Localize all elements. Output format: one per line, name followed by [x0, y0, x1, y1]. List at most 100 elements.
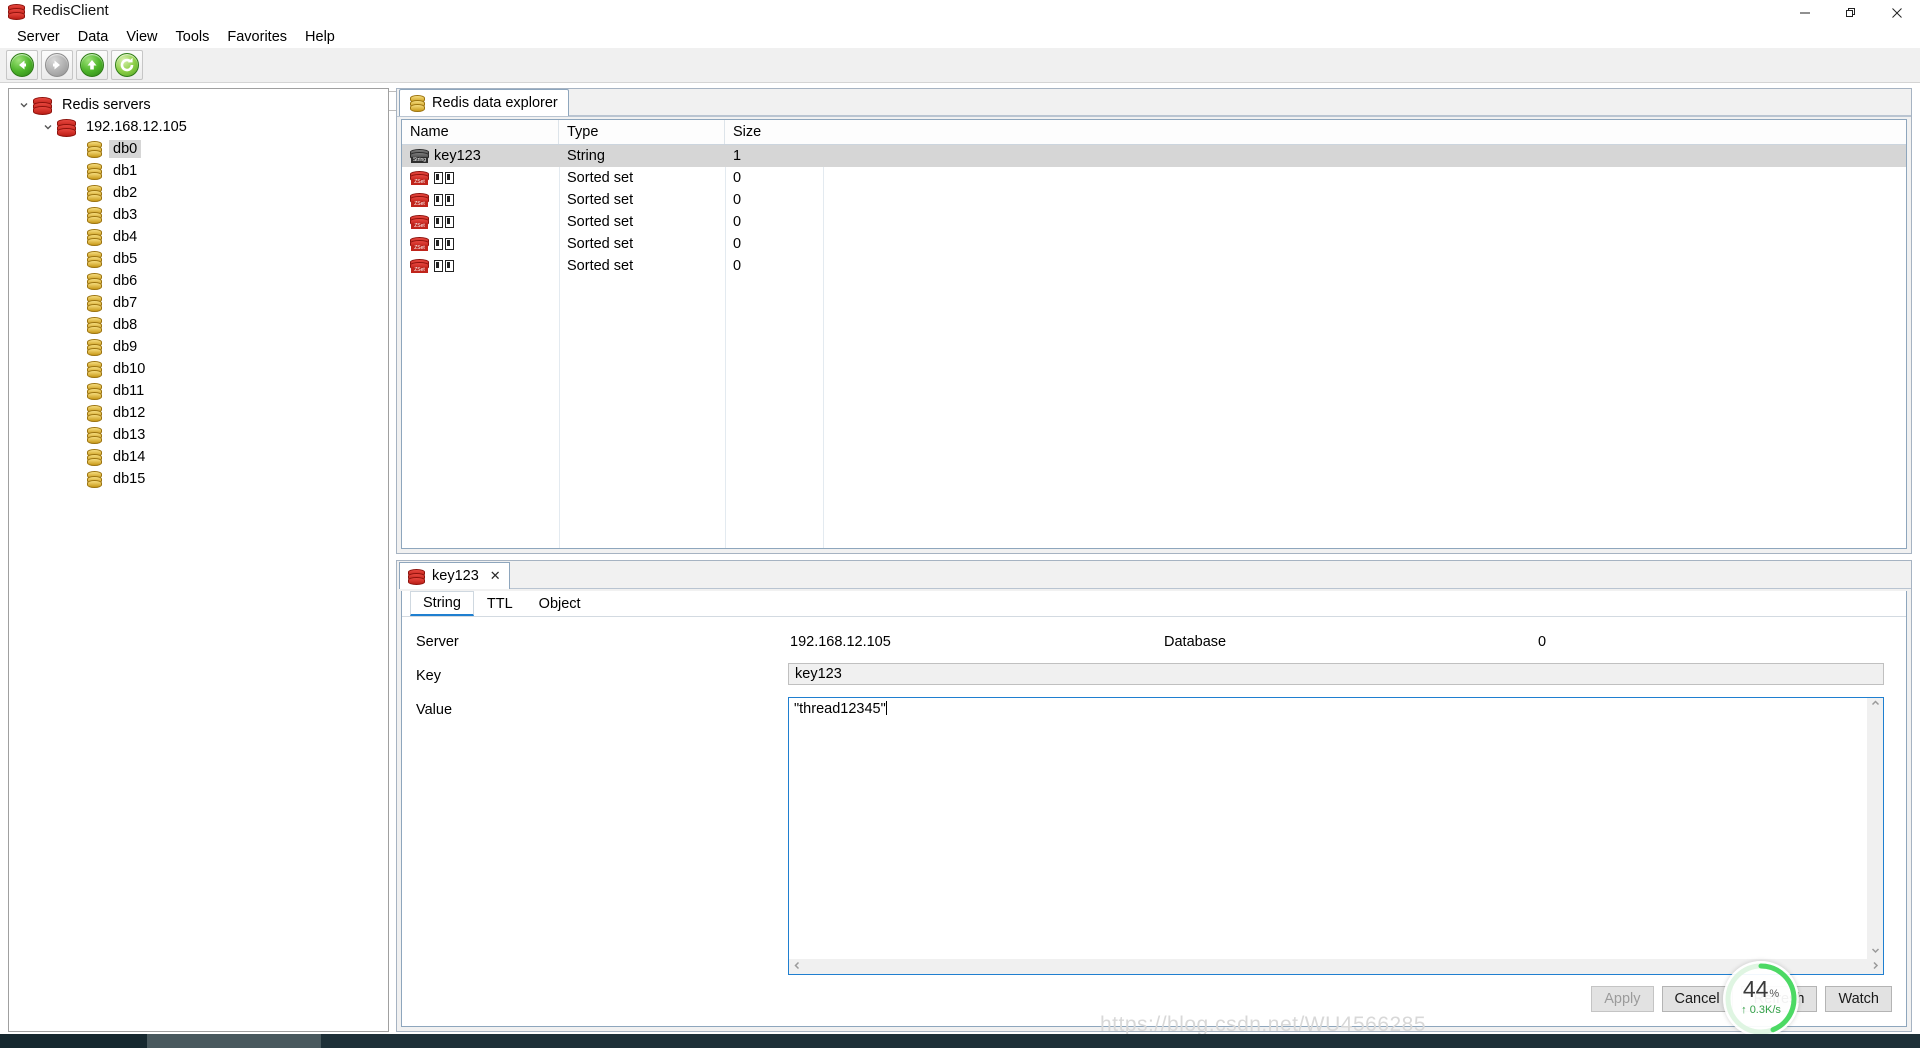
chevron-down-icon[interactable]	[15, 100, 33, 110]
tree-node-db1[interactable]: db1	[9, 160, 388, 182]
tree-node-db5[interactable]: db5	[9, 248, 388, 270]
tree-node-db11[interactable]: db11	[9, 380, 388, 402]
chevron-down-icon[interactable]	[39, 122, 57, 132]
scroll-down-icon[interactable]	[1870, 945, 1881, 959]
tab-key123-label: key123	[432, 568, 479, 584]
database-icon	[87, 449, 102, 466]
tree-node-db12[interactable]: db12	[9, 402, 388, 424]
watch-button[interactable]: Watch	[1825, 986, 1892, 1012]
tree-node-label: db12	[113, 405, 146, 421]
cell-type: Sorted set	[567, 170, 634, 186]
menu-item-data[interactable]: Data	[69, 28, 118, 46]
menu-item-server[interactable]: Server	[8, 28, 69, 46]
apply-button[interactable]: Apply	[1591, 986, 1654, 1012]
database-icon	[87, 229, 102, 246]
key-editor-panel: key123 ✕ String TTL Object Server 192.16…	[396, 560, 1912, 1032]
menu-item-tools[interactable]: Tools	[167, 28, 219, 46]
tree-node-db2[interactable]: db2	[9, 182, 388, 204]
scroll-left-icon[interactable]	[792, 960, 803, 974]
table-row[interactable]: ZSet Sorted set 0	[402, 255, 1906, 277]
table-row[interactable]: String key123 String 1	[402, 145, 1906, 167]
refresh-button[interactable]	[111, 50, 143, 80]
tab-object[interactable]: Object	[526, 591, 594, 616]
tree-node-label: db1	[113, 163, 138, 179]
tree-node-label: db8	[113, 317, 138, 333]
tab-redis-data-explorer[interactable]: Redis data explorer	[399, 89, 569, 116]
redis-stack-icon	[33, 97, 52, 115]
unrenderable-glyphs	[434, 214, 456, 230]
tree-node-db13[interactable]: db13	[9, 424, 388, 446]
server-tree-panel: Redis servers 192.168.12.105 db0 db1 db2 db…	[8, 88, 389, 1032]
table-row[interactable]: ZSet Sorted set 0	[402, 189, 1906, 211]
key-input-value: key123	[795, 666, 842, 682]
tree-node-db0[interactable]: db0	[9, 138, 388, 160]
close-icon[interactable]: ✕	[486, 568, 501, 584]
tab-ttl[interactable]: TTL	[474, 591, 526, 616]
table-row[interactable]: ZSet Sorted set 0	[402, 233, 1906, 255]
tab-string[interactable]: String	[410, 591, 474, 616]
tree-node-server[interactable]: 192.168.12.105	[9, 116, 388, 138]
value-textarea[interactable]: "thread12345"	[788, 697, 1884, 975]
up-arrow-icon	[80, 53, 104, 77]
tree-node-db9[interactable]: db9	[9, 336, 388, 358]
menu-item-help[interactable]: Help	[296, 28, 344, 46]
tree-node-label: db13	[113, 427, 146, 443]
editor-tabstrip-filler	[509, 562, 1911, 589]
database-value: 0	[1538, 634, 1547, 650]
table-row[interactable]: ZSet Sorted set 0	[402, 211, 1906, 233]
value-horizontal-scrollbar[interactable]	[789, 959, 1883, 974]
tree-node-label: db11	[113, 383, 145, 399]
key-input[interactable]: key123	[788, 663, 1884, 685]
server-label: Server	[416, 634, 459, 650]
column-header-type[interactable]: Type	[559, 120, 725, 144]
string-key-icon	[408, 569, 425, 585]
monitor-percent-unit: %	[1769, 988, 1780, 1000]
restore-button[interactable]	[1828, 0, 1874, 26]
system-monitor-widget[interactable]: 44% ↑ 0.3K/s	[1723, 961, 1799, 1037]
cell-type: String	[567, 148, 605, 164]
value-textarea-content: "thread12345"	[794, 701, 1865, 717]
column-header-size[interactable]: Size	[725, 120, 1906, 144]
tree-node-db6[interactable]: db6	[9, 270, 388, 292]
cell-size: 0	[733, 236, 742, 252]
menu-item-favorites[interactable]: Favorites	[218, 28, 296, 46]
unrenderable-glyphs	[434, 192, 456, 208]
database-label: Database	[1164, 634, 1227, 650]
minimize-button[interactable]	[1782, 0, 1828, 26]
redis-stack-icon	[57, 119, 76, 137]
database-icon	[87, 405, 102, 422]
tree-node-label: db9	[113, 339, 138, 355]
monitor-percent: 44%	[1743, 978, 1779, 1001]
tree-node-db3[interactable]: db3	[9, 204, 388, 226]
value-vertical-scrollbar[interactable]	[1867, 698, 1883, 959]
tree-node-db4[interactable]: db4	[9, 226, 388, 248]
close-button[interactable]	[1874, 0, 1920, 26]
row-server: Server 192.168.12.105 Database 0	[416, 629, 1906, 655]
cell-type: Sorted set	[567, 236, 634, 252]
database-icon	[87, 383, 102, 400]
column-header-name[interactable]: Name	[402, 120, 559, 144]
key-editor-body: String TTL Object Server 192.168.12.105 …	[401, 591, 1907, 1027]
window-controls	[1782, 0, 1920, 26]
database-icon	[87, 185, 102, 202]
tree-node-db14[interactable]: db14	[9, 446, 388, 468]
monitor-percent-value: 44	[1742, 976, 1769, 1002]
tree-node-root[interactable]: Redis servers	[9, 94, 388, 116]
back-arrow-icon	[10, 53, 34, 77]
database-icon	[87, 361, 102, 378]
cancel-button[interactable]: Cancel	[1661, 986, 1733, 1012]
tree-node-db8[interactable]: db8	[9, 314, 388, 336]
scroll-right-icon[interactable]	[1870, 960, 1881, 974]
tree-node-label: db14	[113, 449, 146, 465]
tree-node-label: db2	[113, 185, 138, 201]
menu-item-view[interactable]: View	[117, 28, 166, 46]
scroll-up-icon[interactable]	[1870, 698, 1881, 712]
table-row[interactable]: ZSet Sorted set 0	[402, 167, 1906, 189]
tree-node-db15[interactable]: db15	[9, 468, 388, 490]
back-button[interactable]	[6, 50, 38, 80]
up-button[interactable]	[76, 50, 108, 80]
tab-key123[interactable]: key123 ✕	[399, 562, 510, 589]
tree-node-label: db6	[113, 273, 138, 289]
tree-node-db7[interactable]: db7	[9, 292, 388, 314]
tree-node-db10[interactable]: db10	[9, 358, 388, 380]
